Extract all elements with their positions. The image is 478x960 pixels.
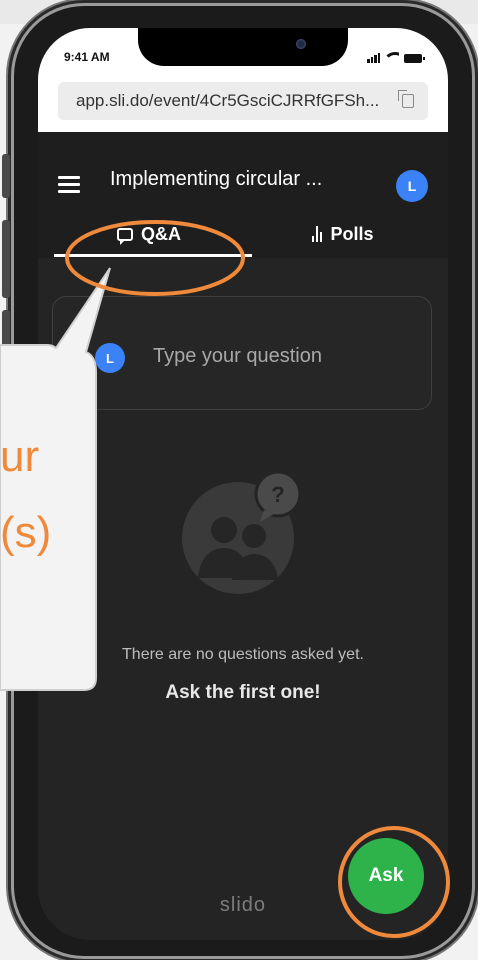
copy-icon[interactable] [398,90,414,108]
tab-qa[interactable]: Q&A [54,214,244,254]
user-avatar[interactable]: L [396,170,428,202]
volume-down-button [2,310,10,388]
question-mark-glyph: ? [271,482,284,507]
callout-text-line1: ur [0,432,40,481]
chat-bubble-icon [117,227,133,245]
battery-icon [404,54,425,63]
empty-state-message: There are no questions asked yet. [122,646,364,663]
signal-icon [367,53,380,63]
input-avatar: L [95,343,125,373]
notch [138,28,348,66]
status-bar: 9:41 AM [38,28,448,76]
status-icons [367,49,425,63]
empty-state-cta: Ask the first one! [165,682,321,703]
qa-content: L Type your question ? There are no ques… [38,258,448,940]
mute-switch [2,154,10,198]
empty-questions-icon: ? [182,470,302,594]
question-input[interactable]: L Type your question [52,296,432,410]
app-header: Implementing circular ... L Q&A Polls [38,132,448,258]
browser-toolbar: app.sli.do/event/4Cr5GsciCJRRfGFSh... [38,76,448,132]
callout-text-line2: (s) [0,508,52,557]
url-text: app.sli.do/event/4Cr5GsciCJRRfGFSh... [76,91,380,110]
menu-icon[interactable] [58,176,80,193]
address-bar[interactable]: app.sli.do/event/4Cr5GsciCJRRfGFSh... [58,82,428,120]
tab-qa-label: Q&A [141,223,181,244]
wifi-icon [385,51,399,63]
tab-polls-label: Polls [330,223,374,244]
status-time: 9:41 AM [64,50,110,64]
ask-button[interactable]: Ask [348,838,424,914]
question-placeholder: Type your question [153,345,322,367]
camera-icon [296,39,306,49]
tab-polls[interactable]: Polls [248,214,438,254]
poll-bars-icon [312,226,323,242]
active-tab-indicator [54,254,252,257]
event-title: Implementing circular ... [110,168,323,190]
phone-screen: 9:41 AM app.sli.do/event/4Cr5GsciCJRRfGF… [38,28,448,940]
volume-up-button [2,220,10,298]
